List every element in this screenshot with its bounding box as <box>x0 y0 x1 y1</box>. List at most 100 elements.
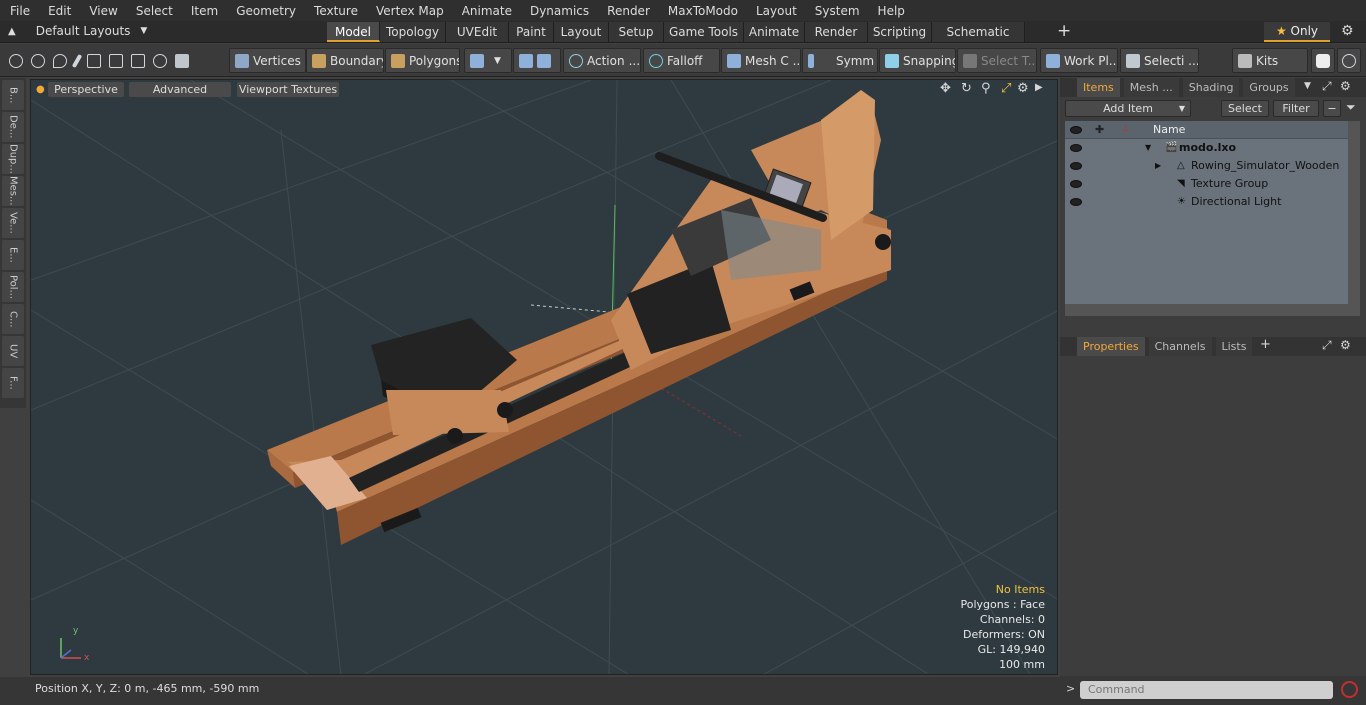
brush-icon[interactable] <box>71 53 83 68</box>
select-button[interactable]: Select <box>1221 100 1269 117</box>
viewport-expand-icon[interactable]: ▶ <box>1035 82 1043 93</box>
material-button[interactable]: ▼ <box>464 48 512 73</box>
panel-tab-shading[interactable]: Shading <box>1182 78 1240 97</box>
rotate-icon[interactable] <box>153 53 167 68</box>
props-tab-properties[interactable]: Properties <box>1077 337 1145 356</box>
transform-icon[interactable] <box>109 53 123 68</box>
command-input[interactable]: Command <box>1080 681 1333 699</box>
side-tab[interactable]: Dup... <box>2 144 24 174</box>
only-toggle[interactable]: ★ Only <box>1264 22 1330 42</box>
filter-button[interactable]: Filter <box>1273 100 1319 117</box>
locator-header-icon[interactable]: ⊥ <box>1121 123 1130 134</box>
visibility-icon[interactable] <box>1070 162 1082 170</box>
side-tab[interactable]: E... <box>2 240 24 270</box>
tab-model[interactable]: Model <box>327 22 380 42</box>
unreal-button[interactable] <box>1337 48 1361 73</box>
props-tab-lists[interactable]: Lists <box>1215 337 1253 356</box>
vertices-button[interactable]: Vertices <box>229 48 306 73</box>
tab-paint[interactable]: Paint <box>509 22 554 42</box>
name-column-header[interactable]: Name <box>1153 123 1185 136</box>
kits-button[interactable]: Kits <box>1232 48 1308 73</box>
tab-setup[interactable]: Setup <box>609 22 664 42</box>
tab-game-tools[interactable]: Game Tools <box>664 22 744 42</box>
add-tab-icon[interactable]: + <box>1260 337 1271 352</box>
menu-item-texture[interactable]: Texture <box>304 4 366 18</box>
tab-scripting[interactable]: Scripting <box>868 22 932 42</box>
funnel-icon[interactable]: ⏷ <box>1346 100 1356 115</box>
side-tab[interactable]: Mes... <box>2 176 24 206</box>
tab-render[interactable]: Render <box>805 22 868 42</box>
panel-tab-groups[interactable]: Groups <box>1243 78 1295 97</box>
tab-layout[interactable]: Layout <box>554 22 609 42</box>
lasso-icon[interactable] <box>53 53 67 68</box>
action-button[interactable]: Action... <box>563 48 641 73</box>
side-tab[interactable]: Ve... <box>2 208 24 238</box>
tab-topology[interactable]: Topology <box>380 22 446 42</box>
pan-icon[interactable]: ✥ <box>940 81 951 96</box>
panel-gear-icon[interactable]: ⚙ <box>1340 79 1351 93</box>
panel-tab-items[interactable]: Items <box>1077 78 1120 97</box>
item-mode-icon[interactable] <box>175 53 189 68</box>
menu-item-dynamics[interactable]: Dynamics <box>520 4 597 18</box>
visibility-header-icon[interactable] <box>1070 126 1082 134</box>
side-tab[interactable]: UV <box>2 336 24 366</box>
menu-item-view[interactable]: View <box>79 4 125 18</box>
menu-item-layout[interactable]: Layout <box>746 4 805 18</box>
menu-item-render[interactable]: Render <box>597 4 658 18</box>
gear-icon[interactable]: ⚙ <box>1341 23 1354 39</box>
home-icon[interactable]: ▲ <box>8 26 16 37</box>
tab-animate[interactable]: Animate <box>744 22 805 42</box>
snapping-button[interactable]: Snapping <box>879 48 956 73</box>
work-plane-button[interactable]: Work Pl... <box>1040 48 1118 73</box>
side-tab[interactable]: B... <box>2 80 24 110</box>
expanded-arrow-icon[interactable]: ▼ <box>1145 139 1151 157</box>
menu-item-maxtomodo[interactable]: MaxToModo <box>658 4 746 18</box>
item-list-vscrollbar[interactable] <box>1348 121 1360 316</box>
menu-item-vertex-map[interactable]: Vertex Map <box>366 4 452 18</box>
menu-item-item[interactable]: Item <box>181 4 226 18</box>
scale-icon[interactable] <box>131 53 145 68</box>
viewport-gear-icon[interactable]: ⚙ <box>1017 81 1029 96</box>
item-list-scrollbar[interactable] <box>1065 304 1348 316</box>
item-row[interactable]: ▶ △ Rowing_Simulator_Wooden <box>1065 157 1348 175</box>
viewport-canvas[interactable]: y x <box>31 80 1058 675</box>
perspective-menu[interactable]: ● Perspective <box>36 82 124 97</box>
panel-expand-icon[interactable]: ⤢ <box>1322 79 1332 94</box>
boundary-button[interactable]: Boundary <box>306 48 384 73</box>
panel-tab-mesh[interactable]: Mesh ... <box>1123 78 1179 97</box>
menu-item-edit[interactable]: Edit <box>38 4 79 18</box>
menu-item-select[interactable]: Select <box>126 4 181 18</box>
props-gear-icon[interactable]: ⚙ <box>1340 338 1351 352</box>
advanced-menu[interactable]: Advanced <box>129 82 231 97</box>
select-icon[interactable] <box>9 53 23 68</box>
props-tab-channels[interactable]: Channels <box>1148 337 1212 356</box>
polygons-button[interactable]: Polygons <box>385 48 460 73</box>
menu-item-system[interactable]: System <box>805 4 868 18</box>
layouts-dropdown[interactable]: ▲ Default Layouts ▼ <box>8 24 147 38</box>
zoom-icon[interactable]: ⚲ <box>981 81 991 96</box>
mesh-constraint-button[interactable]: Mesh C ... <box>721 48 801 73</box>
unity-button[interactable] <box>1311 48 1335 73</box>
selection-sets-button[interactable]: Selecti ... <box>1120 48 1199 73</box>
visibility-icon[interactable] <box>1070 180 1082 188</box>
visibility-icon[interactable] <box>1070 198 1082 206</box>
lock-header-icon[interactable]: ✚ <box>1095 123 1104 136</box>
add-item-button[interactable]: Add Item ▼ <box>1065 100 1191 117</box>
item-row[interactable]: ☀ Directional Light <box>1065 193 1348 211</box>
menu-item-geometry[interactable]: Geometry <box>226 4 304 18</box>
item-row[interactable]: ◥ Texture Group <box>1065 175 1348 193</box>
orbit-icon[interactable]: ↻ <box>961 81 972 96</box>
props-expand-icon[interactable]: ⤢ <box>1322 338 1332 353</box>
menu-item-file[interactable]: File <box>0 4 38 18</box>
select-through-button[interactable]: Select T... <box>957 48 1037 73</box>
side-tab[interactable]: C... <box>2 304 24 334</box>
menu-item-help[interactable]: Help <box>868 4 913 18</box>
visibility-icon[interactable] <box>1070 144 1082 152</box>
menu-item-animate[interactable]: Animate <box>452 4 520 18</box>
falloff-button[interactable]: Falloff <box>643 48 720 73</box>
collapsed-arrow-icon[interactable]: ▶ <box>1155 157 1161 175</box>
symmetry-button[interactable]: Symm ... <box>802 48 878 73</box>
move-icon[interactable] <box>87 53 101 68</box>
viewport-textures-menu[interactable]: Viewport Textures <box>237 82 339 97</box>
item-row[interactable]: ▼ 🎬 modo.lxo <box>1065 139 1348 157</box>
